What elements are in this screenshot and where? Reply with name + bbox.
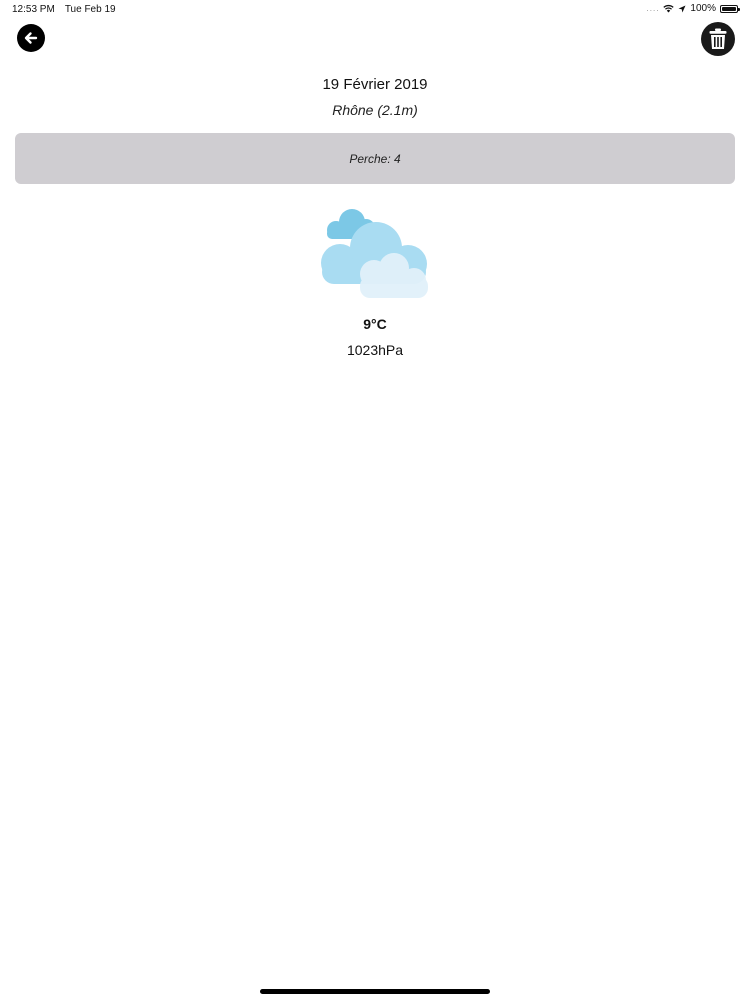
wifi-icon: [663, 5, 675, 13]
catch-panel: Perche: 4: [15, 133, 735, 184]
catch-label: Perche: 4: [349, 151, 401, 166]
page-title: 19 Février 2019: [322, 76, 428, 93]
battery-icon: [720, 4, 740, 13]
home-indicator[interactable]: [260, 989, 490, 994]
status-date: Tue Feb 19: [64, 4, 116, 15]
status-time: 12:53 PM: [12, 4, 55, 15]
battery-percent: 100%: [690, 3, 716, 14]
cloudy-icon: [321, 209, 428, 298]
back-button[interactable]: [17, 24, 45, 52]
screen: 12:53 PM Tue Feb 19 .... 100% 19 Février…: [0, 0, 750, 1000]
trash-icon: [709, 28, 727, 49]
status-right: .... 100%: [646, 3, 740, 14]
cellular-signal-icon: ....: [646, 4, 660, 13]
delete-button[interactable]: [701, 22, 735, 56]
river-subtitle: Rhône (2.1m): [332, 102, 418, 118]
pressure: 1023hPa: [346, 342, 404, 358]
arrow-left-icon: [24, 32, 38, 44]
status-bar: 12:53 PM Tue Feb 19 .... 100%: [0, 0, 750, 18]
temperature: 9°C: [363, 316, 387, 332]
location-arrow-icon: [678, 5, 686, 12]
status-left: 12:53 PM Tue Feb 19: [12, 4, 116, 15]
